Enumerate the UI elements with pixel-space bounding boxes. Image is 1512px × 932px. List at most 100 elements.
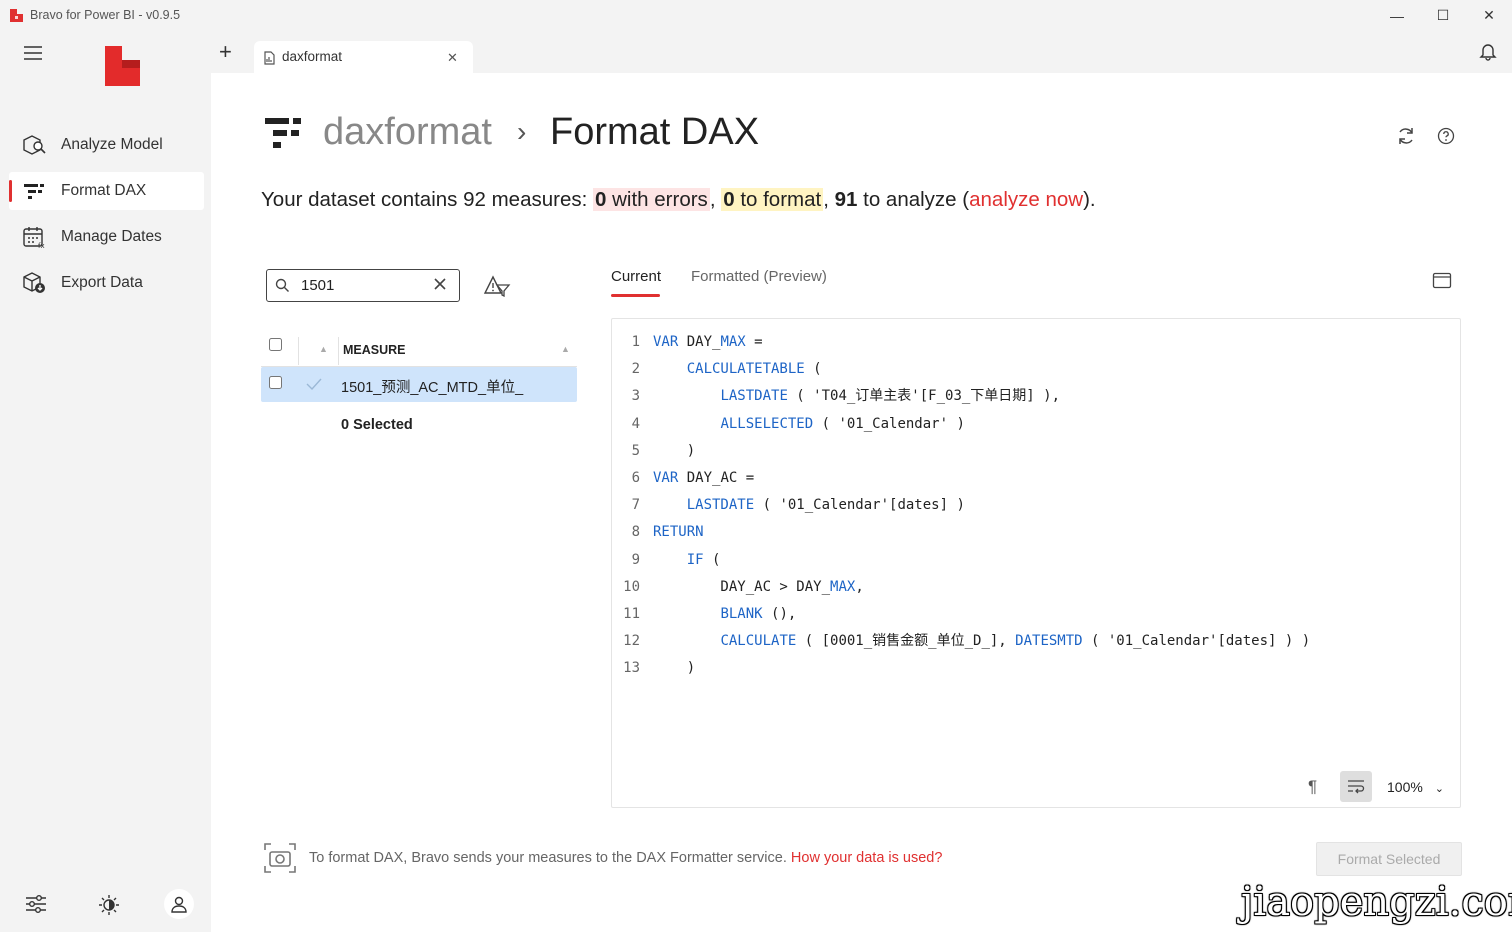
measure-column-header[interactable]: MEASURE: [343, 343, 406, 357]
code-text: BLANK (),: [653, 601, 796, 628]
code-token: DAY_AC > DAY_: [653, 578, 831, 595]
line-number: 12: [623, 633, 640, 650]
status-sort-icon[interactable]: ▲: [319, 344, 328, 354]
sidebar-item-analyze-model[interactable]: Analyze Model: [9, 126, 204, 164]
chevron-down-icon: ⌄: [1434, 783, 1444, 795]
code-token: (: [804, 361, 822, 378]
format-selected-button[interactable]: Format Selected: [1316, 842, 1462, 876]
sidebar-item-label: Analyze Model: [61, 136, 163, 153]
dax-code-editor[interactable]: 1 VAR DAY_MAX = 2 CALCULATETABLE (3 LASTDA…: [611, 318, 1461, 808]
dax-keyword: CALCULATETABLE: [686, 361, 805, 378]
tab-current[interactable]: Current: [611, 268, 661, 297]
window-title: Bravo for Power BI - v0.9.5: [30, 8, 181, 22]
format-count: 0: [723, 188, 735, 211]
row-checkbox[interactable]: [269, 376, 282, 389]
word-wrap-button[interactable]: [1340, 771, 1372, 802]
dax-keyword: MAX: [720, 334, 746, 350]
code-text: ): [653, 438, 695, 465]
zoom-select[interactable]: 100% ⌄: [1387, 779, 1444, 795]
breadcrumb-dataset[interactable]: daxformat: [323, 111, 492, 154]
list-item[interactable]: 1501_预测_AC_MTD_单位_: [261, 367, 577, 402]
code-text: LASTDATE ( '01_Calendar'[dates] ): [653, 492, 965, 519]
sidebar-item-manage-dates[interactable]: fx Manage Dates: [9, 218, 204, 256]
add-tab-button[interactable]: +: [219, 39, 232, 65]
sidebar-item-format-dax[interactable]: Format DAX: [9, 172, 204, 210]
close-window-button[interactable]: ✕: [1466, 0, 1512, 31]
data-usage-link[interactable]: How your data is used?: [791, 850, 943, 866]
column-divider: [298, 337, 299, 365]
expand-editor-button[interactable]: [1432, 272, 1452, 294]
summary-prefix: Your dataset contains 92 measures:: [261, 188, 594, 211]
select-all-checkbox[interactable]: [269, 338, 282, 351]
zoom-value: 100%: [1387, 779, 1423, 795]
svg-text:fx: fx: [38, 242, 45, 249]
settings-button[interactable]: [24, 893, 48, 915]
search-input[interactable]: [301, 274, 421, 296]
code-token: ( '01_Calendar' ): [813, 415, 965, 432]
code-token: ,: [855, 578, 864, 595]
format-count-badge[interactable]: 0 to format: [721, 188, 824, 211]
dataset-icon: [263, 50, 275, 70]
refresh-icon: [1399, 128, 1413, 144]
format-label: to format: [734, 188, 822, 211]
watermark: jiaopengzi.com: [1241, 879, 1512, 925]
code-area: 1 VAR DAY_MAX = 2 CALCULATETABLE (3 LASTDA…: [612, 329, 1452, 709]
summary-comma: ,: [709, 188, 722, 211]
refresh-button[interactable]: [1396, 126, 1416, 151]
active-tab-indicator: [611, 294, 660, 297]
notifications-button[interactable]: [1478, 41, 1498, 61]
help-icon: [1437, 127, 1455, 145]
line-number: 13: [623, 660, 640, 677]
sidebar-item-export-data[interactable]: Export Data: [9, 264, 204, 302]
code-token: (),: [762, 606, 797, 622]
theme-toggle-button[interactable]: [97, 893, 121, 917]
tab-formatted-label: Formatted (Preview): [691, 268, 827, 285]
errors-count-badge[interactable]: 0 with errors: [593, 188, 710, 211]
check-icon: [306, 377, 322, 395]
dax-keyword: MAX: [830, 578, 856, 595]
code-text: CALCULATE ( [0001_销售金额_单位_D_], DATESMTD …: [653, 628, 1310, 655]
list-header: ▲ MEASURE ▲: [261, 333, 577, 367]
help-button[interactable]: [1437, 127, 1455, 150]
code-token: =: [745, 334, 763, 350]
close-tab-button[interactable]: ✕: [447, 50, 458, 66]
maximize-button[interactable]: ☐: [1420, 0, 1466, 31]
pilcrow-icon: ¶: [1308, 777, 1318, 796]
dax-keyword: CALCULATE: [720, 633, 797, 650]
menu-icon: [24, 46, 42, 60]
sidebar-item-label: Export Data: [61, 274, 143, 291]
user-icon: [171, 896, 187, 913]
show-whitespace-button[interactable]: ¶: [1308, 777, 1317, 797]
line-number: 1: [631, 334, 640, 350]
clear-search-button[interactable]: [433, 277, 447, 296]
title-bar: Bravo for Power BI - v0.9.5 — ☐ ✕: [0, 0, 1512, 31]
code-token: ): [653, 660, 696, 677]
tab-formatted-preview[interactable]: Formatted (Preview): [691, 268, 827, 286]
tab-daxformat[interactable]: daxformat ✕: [254, 41, 473, 73]
notice-text: To format DAX, Bravo sends your measures…: [309, 850, 791, 866]
selected-count: 0 Selected: [341, 417, 413, 433]
minimize-button[interactable]: —: [1374, 0, 1420, 31]
sidebar-item-label: Format DAX: [61, 182, 147, 199]
privacy-notice: To format DAX, Bravo sends your measures…: [309, 850, 942, 866]
dax-keyword: LASTDATE: [720, 388, 788, 405]
measure-sort-icon[interactable]: ▲: [561, 344, 570, 354]
line-number: 6: [631, 470, 640, 486]
export-data-icon: [21, 270, 47, 296]
filter-errors-button[interactable]: [483, 275, 511, 302]
hamburger-menu-button[interactable]: [22, 43, 46, 63]
errors-count: 0: [595, 188, 607, 211]
account-button[interactable]: [164, 889, 194, 919]
analyze-count: 91: [834, 188, 858, 211]
tab-label: daxformat: [282, 49, 343, 64]
dataset-summary: Your dataset contains 92 measures: 0 wit…: [261, 188, 1096, 212]
manage-dates-icon: fx: [21, 224, 47, 250]
code-token: ( '01_Calendar'[dates] ) ): [1082, 633, 1311, 650]
analyze-now-link[interactable]: analyze now: [969, 188, 1083, 211]
line-number: 2: [631, 361, 640, 378]
dax-keyword: VAR: [653, 334, 679, 350]
